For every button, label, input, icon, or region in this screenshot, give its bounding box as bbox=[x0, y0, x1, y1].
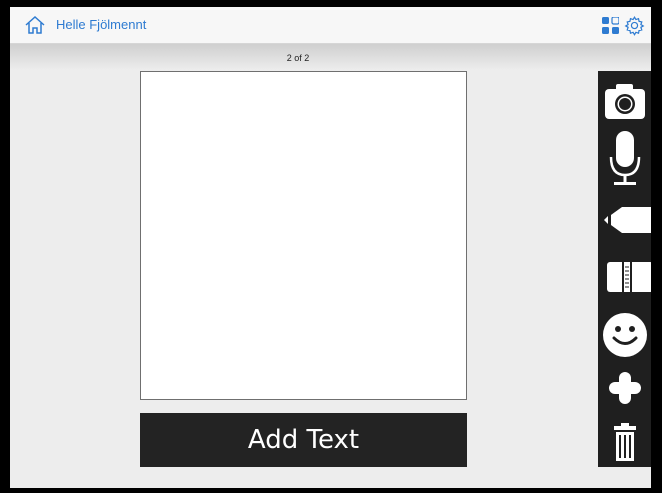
tool-bar bbox=[598, 71, 651, 467]
plus-icon[interactable] bbox=[598, 369, 651, 407]
trash-icon[interactable] bbox=[598, 423, 651, 463]
pencil-icon[interactable] bbox=[598, 199, 651, 241]
camera-icon[interactable] bbox=[598, 77, 651, 127]
microphone-icon[interactable] bbox=[598, 129, 651, 187]
drawing-canvas[interactable] bbox=[140, 71, 467, 400]
page-counter: 2 of 2 bbox=[286, 53, 310, 63]
smiley-icon[interactable] bbox=[598, 311, 651, 359]
header-shadow bbox=[10, 44, 651, 70]
app-screen: Helle Fjölmennt 2 of 2 Add Text bbox=[10, 7, 651, 488]
user-name[interactable]: Helle Fjölmennt bbox=[56, 17, 146, 32]
home-icon[interactable] bbox=[24, 15, 46, 35]
gear-icon[interactable] bbox=[624, 15, 645, 36]
grid-icon[interactable] bbox=[602, 17, 619, 34]
top-bar: Helle Fjölmennt bbox=[10, 7, 651, 44]
add-text-button[interactable]: Add Text bbox=[140, 413, 467, 467]
eraser-icon[interactable] bbox=[598, 257, 651, 297]
